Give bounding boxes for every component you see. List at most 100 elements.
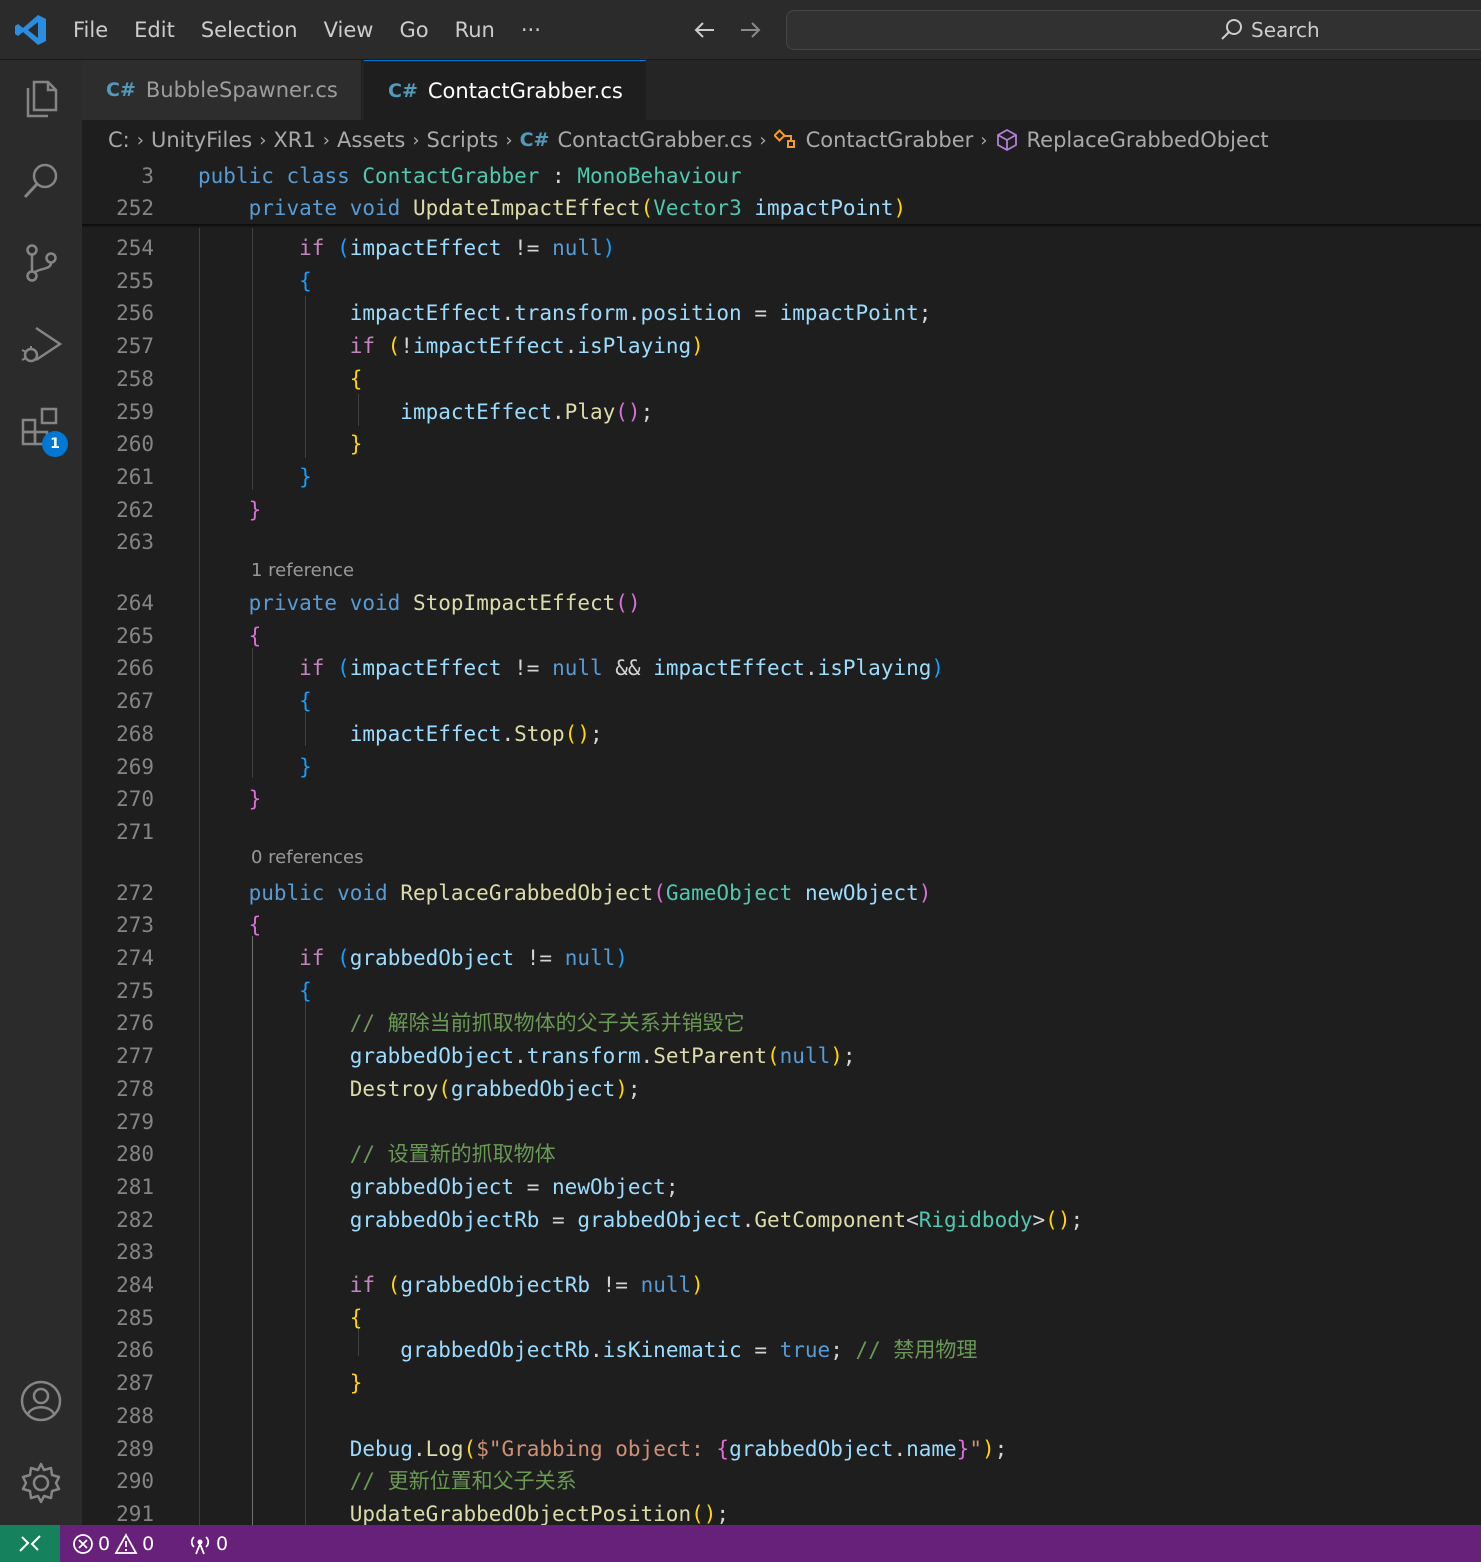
breadcrumb-assets[interactable]: Assets — [337, 128, 405, 152]
code-row[interactable]: 287 } — [82, 1367, 1481, 1399]
code-row[interactable]: 262 } — [82, 494, 1481, 526]
code-row[interactable]: 284 if (grabbedObjectRb != null) — [82, 1269, 1481, 1301]
line-number: 280 — [116, 1142, 154, 1167]
method-symbol-icon — [996, 128, 1017, 152]
breadcrumb-drive[interactable]: C: — [108, 128, 130, 152]
code-row[interactable]: 282 grabbedObjectRb = grabbedObject.GetC… — [82, 1204, 1481, 1236]
codelens-references[interactable]: 0 references — [251, 845, 364, 871]
arrow-left-icon[interactable] — [692, 17, 718, 43]
command-center-search[interactable]: Search — [786, 10, 1481, 50]
broadcast-icon — [190, 1535, 210, 1554]
sticky-scroll-shadow — [82, 224, 1481, 228]
code-row[interactable]: 255 { — [82, 265, 1481, 297]
code-row[interactable]: 289 Debug.Log($"Grabbing object: {grabbe… — [82, 1433, 1481, 1465]
code-row[interactable]: 278 Destroy(grabbedObject); — [82, 1073, 1481, 1105]
problems-indicator[interactable]: 0 0 — [72, 1525, 154, 1562]
menu-go[interactable]: Go — [386, 0, 441, 60]
code-row[interactable]: 257 if (!impactEffect.isPlaying) — [82, 330, 1481, 362]
run-debug-icon[interactable] — [18, 322, 64, 368]
breadcrumb-xr1[interactable]: XR1 — [273, 128, 315, 152]
tab-contactgrabber[interactable]: C# ContactGrabber.cs — [364, 60, 646, 120]
line-number: 283 — [116, 1240, 154, 1265]
error-icon — [73, 1533, 93, 1554]
code-row[interactable]: 260 } — [82, 428, 1481, 460]
code-row[interactable]: 279 — [82, 1106, 1481, 1138]
code-row[interactable]: 286 grabbedObjectRb.isKinematic = true; … — [82, 1334, 1481, 1366]
search-icon[interactable] — [18, 158, 64, 204]
code-row[interactable]: 272 public void ReplaceGrabbedObject(Gam… — [82, 877, 1481, 909]
breadcrumb-method[interactable]: ReplaceGrabbedObject — [1027, 128, 1269, 152]
code-row[interactable]: 290 // 更新位置和父子关系 — [82, 1465, 1481, 1497]
menu-view[interactable]: View — [311, 0, 387, 60]
csharp-file-icon: C# — [519, 129, 550, 151]
sticky-line[interactable]: 252 private void UpdateImpactEffect(Vect… — [82, 192, 1481, 224]
code-line: } — [299, 464, 312, 489]
line-number: 272 — [116, 880, 154, 905]
code-row[interactable]: 256 impactEffect.transform.position = im… — [82, 297, 1481, 329]
code-line: Debug.Log($"Grabbing object: {grabbedObj… — [349, 1436, 1008, 1461]
warning-icon — [114, 1532, 138, 1554]
code-row[interactable]: 265 { — [82, 620, 1481, 652]
gear-icon[interactable] — [18, 1460, 64, 1506]
line-number: 276 — [116, 1011, 154, 1036]
code-row[interactable]: 269 } — [82, 751, 1481, 783]
code-row[interactable]: 281 grabbedObject = newObject; — [82, 1171, 1481, 1203]
code-row[interactable]: 283 — [82, 1236, 1481, 1268]
menu-more[interactable]: ··· — [508, 0, 554, 60]
code-row[interactable]: 280 // 设置新的抓取物体 — [82, 1138, 1481, 1170]
code-row[interactable]: 288 — [82, 1400, 1481, 1432]
breadcrumb-scripts[interactable]: Scripts — [427, 128, 499, 152]
code-row[interactable]: 277 grabbedObject.transform.SetParent(nu… — [82, 1040, 1481, 1072]
chevron-right-icon: › — [136, 129, 144, 151]
code-row[interactable]: 264 private void StopImpactEffect() — [82, 587, 1481, 619]
codelens-references[interactable]: 1 reference — [251, 558, 354, 584]
code-row[interactable]: 291 UpdateGrabbedObjectPosition(); — [82, 1498, 1481, 1525]
line-number: 291 — [116, 1501, 154, 1525]
code-row[interactable]: 285 { — [82, 1302, 1481, 1334]
vscode-logo-icon[interactable] — [14, 13, 48, 47]
code-line: } — [299, 754, 312, 779]
code-row[interactable]: 268 impactEffect.Stop(); — [82, 718, 1481, 750]
remote-indicator[interactable] — [0, 1525, 60, 1562]
breadcrumb-unityfiles[interactable]: UnityFiles — [151, 128, 252, 152]
code-row[interactable]: 271 — [82, 816, 1481, 848]
code-row[interactable]: 254 if (impactEffect != null) — [82, 232, 1481, 264]
code-row[interactable]: 267 { — [82, 685, 1481, 717]
menu-file[interactable]: File — [60, 0, 121, 60]
line-number: 258 — [116, 366, 154, 391]
code-editor[interactable]: 3 public class ContactGrabber : MonoBeha… — [82, 160, 1481, 1525]
arrow-right-icon[interactable] — [737, 17, 763, 43]
code-row[interactable]: 263 — [82, 526, 1481, 558]
line-number: 256 — [116, 301, 154, 326]
source-control-icon[interactable] — [18, 240, 64, 286]
breadcrumb-class[interactable]: ContactGrabber — [806, 128, 974, 152]
line-number: 260 — [116, 432, 154, 457]
code-row[interactable]: 266 if (impactEffect != null && impactEf… — [82, 652, 1481, 684]
sticky-line[interactable]: 3 public class ContactGrabber : MonoBeha… — [82, 160, 1481, 192]
tab-bubblespawner[interactable]: C# BubbleSpawner.cs — [82, 60, 362, 120]
explorer-files-icon[interactable] — [18, 76, 64, 122]
extensions-badge: 1 — [42, 431, 68, 457]
code-row[interactable]: 276 // 解除当前抓取物体的父子关系并销毁它 — [82, 1007, 1481, 1039]
code-line: } — [248, 497, 262, 522]
menu-run[interactable]: Run — [442, 0, 508, 60]
code-line: } — [248, 787, 262, 812]
code-row[interactable]: 273 { — [82, 909, 1481, 941]
line-number: 278 — [116, 1076, 154, 1101]
code-row[interactable]: 275 { — [82, 975, 1481, 1007]
breadcrumb-file[interactable]: ContactGrabber.cs — [557, 128, 752, 152]
code-line: grabbedObject = newObject; — [349, 1174, 679, 1199]
menu-selection[interactable]: Selection — [188, 0, 311, 60]
code-row[interactable]: 261 } — [82, 461, 1481, 493]
ports-indicator[interactable]: 0 — [188, 1525, 228, 1562]
csharp-file-icon: C# — [106, 79, 136, 101]
code-row[interactable]: 259 impactEffect.Play(); — [82, 396, 1481, 428]
code-row[interactable]: 270 } — [82, 783, 1481, 815]
line-number: 288 — [116, 1403, 154, 1428]
remote-icon — [19, 1535, 41, 1552]
code-row[interactable]: 274 if (grabbedObject != null) — [82, 942, 1481, 974]
code-row[interactable]: 258 { — [82, 363, 1481, 395]
account-icon[interactable] — [18, 1378, 64, 1424]
line-number: 286 — [116, 1338, 154, 1363]
menu-edit[interactable]: Edit — [121, 0, 188, 60]
